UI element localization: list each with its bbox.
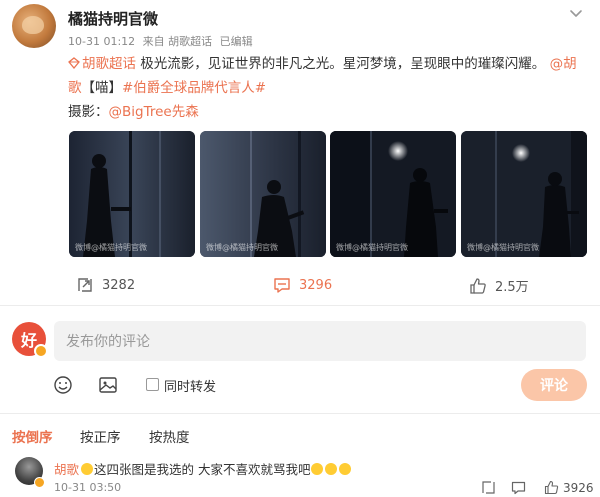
image-icon[interactable]	[98, 375, 118, 395]
laugh-cry-emoji-icon	[325, 463, 338, 475]
vip-badge	[34, 477, 45, 488]
author-name[interactable]: 橘猫持明官微	[68, 8, 158, 29]
post-photo-1[interactable]: 微博@橘猫持明官微	[69, 131, 195, 257]
photo-credit: 摄影：@BigTree先森	[68, 100, 199, 120]
post-text-line1: 胡歌超话 极光流影，见证世界的非凡之光。星河梦境，呈现眼中的璀璨闪耀。 @胡	[68, 52, 577, 72]
chevron-down-icon[interactable]	[567, 4, 585, 22]
repost-checkbox[interactable]	[146, 378, 159, 391]
reply-icon[interactable]	[511, 480, 526, 495]
repost-count: 3282	[102, 277, 136, 293]
mention-link[interactable]: @胡	[550, 56, 577, 72]
comment-time: 10-31 03:50	[54, 481, 122, 494]
photographer-mention[interactable]: @BigTree先森	[109, 104, 199, 120]
sort-tab-hot[interactable]: 按热度	[149, 426, 190, 446]
bracket-text: 【喵】	[81, 80, 123, 96]
comment-text: 这四张图是我选的 大家不喜欢就骂我吧	[94, 462, 311, 477]
post-time[interactable]: 10-31 01:12	[68, 35, 135, 48]
divider	[0, 305, 600, 306]
like-button[interactable]: 2.5万	[469, 276, 529, 295]
supertopic-link[interactable]: 胡歌超话	[82, 56, 136, 72]
photo-watermark: 微博@橘猫持明官微	[206, 243, 278, 252]
comment-input[interactable]: 发布你的评论	[54, 321, 586, 361]
supertopic-icon	[68, 57, 80, 69]
post-photo-3[interactable]: 微博@橘猫持明官微	[330, 131, 456, 257]
post-meta: 10-31 01:12 来自 胡歌超话 已编辑	[68, 33, 257, 49]
comment-count: 3296	[299, 277, 333, 293]
hashtag-link[interactable]: #伯爵全球品牌代言人#	[122, 80, 266, 96]
post-photo-2[interactable]: 微博@橘猫持明官微	[200, 131, 326, 257]
post-text: 极光流影，见证世界的非凡之光。星河梦境，呈现眼中的璀璨闪耀。	[140, 56, 546, 72]
thumbs-up-icon[interactable]	[544, 480, 559, 495]
like-count: 2.5万	[495, 280, 529, 295]
photo-watermark: 微博@橘猫持明官微	[75, 243, 147, 252]
comment-button[interactable]: 3296	[273, 276, 332, 294]
edited-label[interactable]: 已编辑	[220, 35, 253, 48]
repost-checkbox-label[interactable]: 同时转发	[164, 376, 216, 395]
post-source[interactable]: 来自 胡歌超话	[143, 35, 213, 48]
share-icon[interactable]	[481, 480, 496, 495]
post-photo-4[interactable]: 微博@橘猫持明官微	[461, 131, 587, 257]
photo-watermark: 微博@橘猫持明官微	[336, 243, 408, 252]
author-avatar[interactable]	[12, 4, 56, 48]
thumbs-up-icon	[470, 277, 486, 294]
emoji-icon[interactable]	[53, 375, 73, 395]
laugh-cry-emoji-icon	[311, 463, 324, 475]
emoji-icon	[81, 463, 93, 475]
sort-tab-newest[interactable]: 按倒序	[12, 426, 53, 446]
laugh-cry-emoji-icon	[339, 463, 352, 475]
mention-link-cont[interactable]: 歌	[68, 80, 82, 96]
submit-comment-button[interactable]: 评论	[521, 369, 587, 401]
divider	[0, 413, 600, 414]
post-text-line2: 歌【喵】#伯爵全球品牌代言人#	[68, 76, 266, 96]
sort-tab-oldest[interactable]: 按正序	[80, 426, 121, 446]
repost-icon	[78, 278, 92, 292]
vip-badge	[34, 344, 48, 358]
repost-button[interactable]: 3282	[76, 276, 135, 294]
comment-text-row: 这四张图是我选的 大家不喜欢就骂我吧	[80, 459, 352, 478]
commenter-name[interactable]: 胡歌	[54, 459, 79, 478]
photo-credit-label: 摄影：	[68, 104, 109, 120]
comment-like-count: 3926	[563, 481, 594, 495]
photo-watermark: 微博@橘猫持明官微	[467, 243, 539, 252]
comment-icon	[274, 278, 290, 293]
